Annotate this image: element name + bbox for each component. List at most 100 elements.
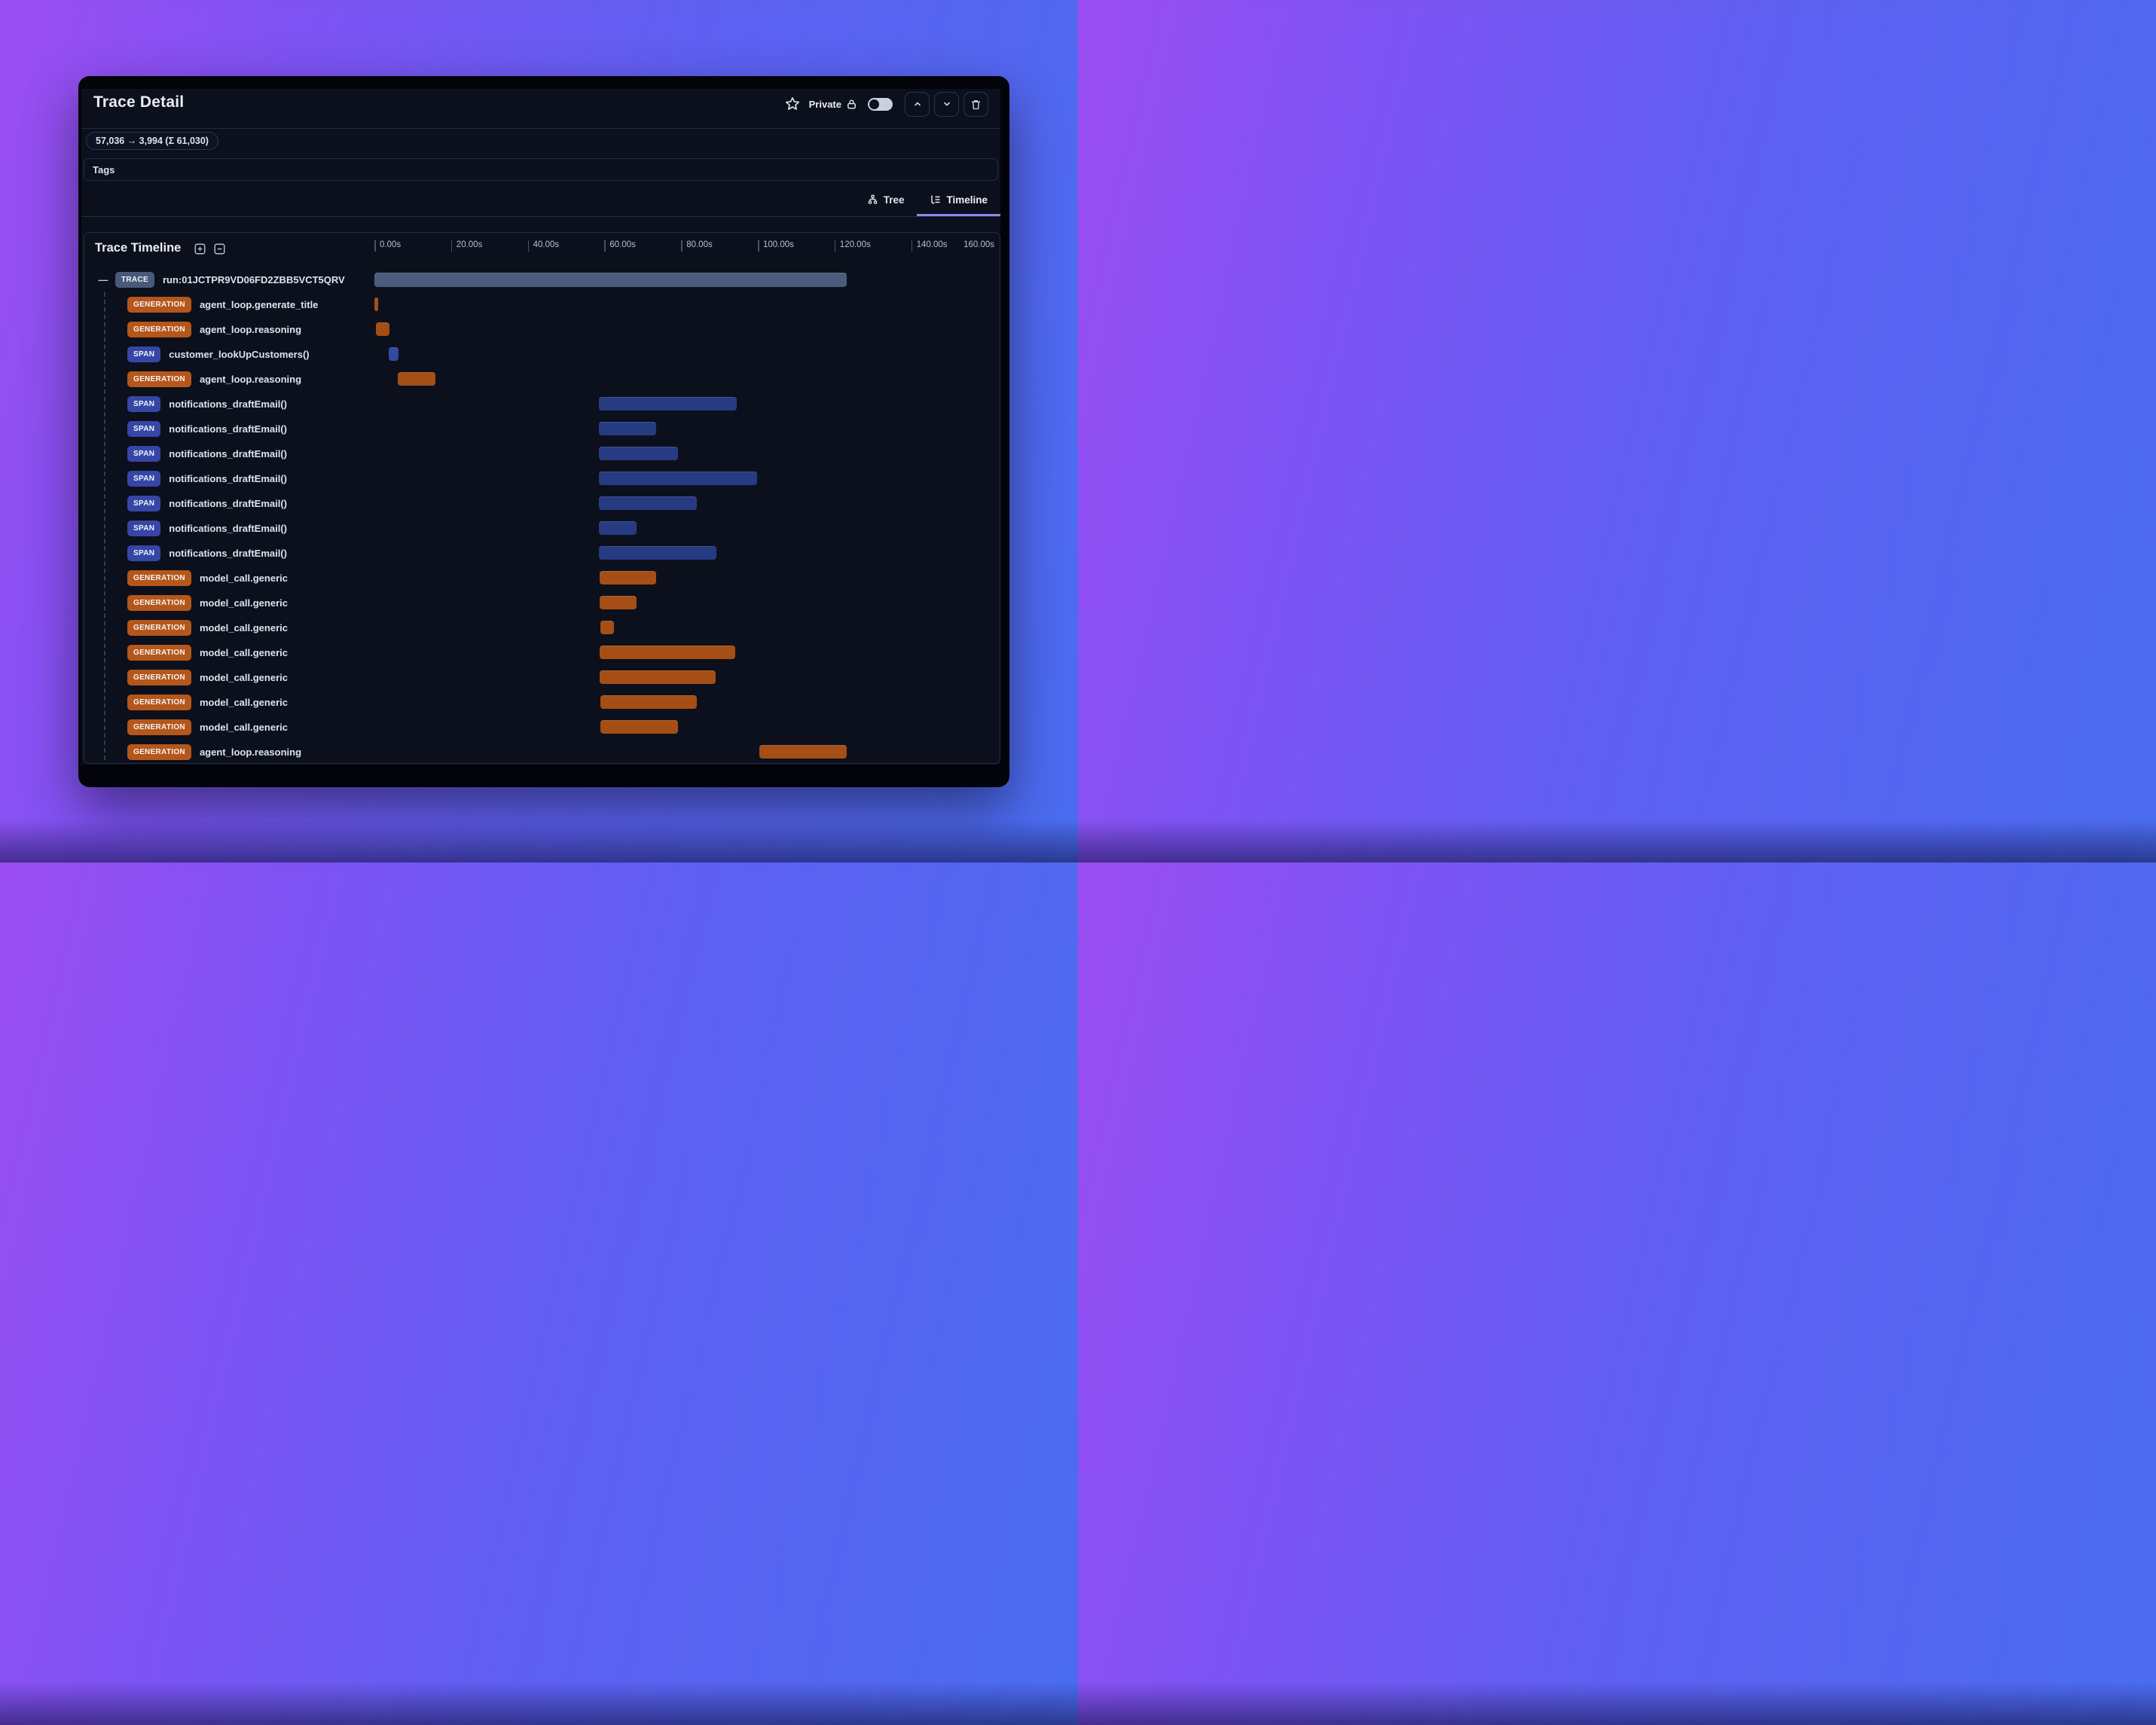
panel-content: Trace Detail Private 57,036 → 3,994 (Σ 6… (81, 89, 1000, 765)
axis-tick-line (374, 240, 376, 252)
type-badge: GENERATION (127, 694, 191, 710)
timeline-bar[interactable] (374, 272, 847, 287)
timeline-row-generation[interactable]: — GENERATION agent_loop.generate_title (84, 292, 1000, 317)
timeline-bar[interactable] (375, 322, 389, 336)
observation-name: model_call.generic (199, 671, 288, 683)
timeline-row-generation[interactable]: — GENERATION model_call.generic (84, 665, 1000, 690)
tab-timeline-label: Timeline (946, 194, 988, 206)
observation-name: agent_loop.reasoning (199, 746, 302, 758)
type-badge: SPAN (127, 495, 161, 511)
axis-tick-line (450, 240, 453, 252)
observation-name: notifications_draftEmail() (169, 497, 287, 509)
timeline-bar[interactable] (600, 720, 678, 734)
axis-tick-line (527, 240, 530, 252)
timeline-row-generation[interactable]: — GENERATION agent_loop.reasoning (84, 367, 1000, 392)
header-divider (81, 128, 1000, 129)
timeline-row-span[interactable]: — SPAN notifications_draftEmail() (84, 392, 1000, 417)
observation-name: model_call.generic (199, 721, 288, 733)
timeline-bar[interactable] (599, 521, 637, 535)
axis-tick-line (681, 240, 683, 252)
token-usage-badge: 57,036 → 3,994 (Σ 61,030) (86, 132, 218, 150)
timeline-bar[interactable] (600, 621, 615, 634)
type-badge: SPAN (127, 346, 161, 362)
timeline-bar[interactable] (599, 472, 757, 485)
timeline-bar[interactable] (759, 745, 847, 759)
expand-all-button[interactable] (194, 243, 206, 255)
collapse-toggle[interactable]: — (97, 274, 109, 285)
observation-name: notifications_draftEmail() (169, 472, 287, 484)
timeline-row-span[interactable]: — SPAN notifications_draftEmail() (84, 466, 1000, 491)
observation-name: notifications_draftEmail() (169, 447, 287, 459)
type-badge: SPAN (127, 520, 161, 536)
axis-tick-line (911, 240, 913, 252)
timeline-row-span[interactable]: — SPAN customer_lookUpCustomers() (84, 342, 1000, 367)
axis-tick-label: 40.00s (533, 240, 560, 249)
timeline-row-generation[interactable]: — GENERATION agent_loop.reasoning (84, 740, 1000, 765)
privacy-control: Private (809, 99, 857, 110)
timeline-bar[interactable] (600, 695, 698, 709)
timeline-row-generation[interactable]: — GENERATION model_call.generic (84, 690, 1000, 715)
timeline-bar[interactable] (374, 298, 378, 311)
timeline-icon (931, 194, 941, 203)
tags-input[interactable]: Tags (84, 158, 998, 181)
timeline-bar[interactable] (600, 571, 657, 585)
trash-icon (971, 99, 981, 109)
lock-icon (847, 99, 856, 108)
observation-name: notifications_draftEmail() (169, 423, 287, 435)
timeline-bar[interactable] (600, 646, 736, 659)
timeline-bar[interactable] (599, 496, 697, 510)
observation-name: customer_lookUpCustomers() (169, 348, 310, 360)
delete-button[interactable] (963, 91, 988, 117)
timeline-bar[interactable] (398, 372, 435, 386)
observation-name: notifications_draftEmail() (169, 398, 287, 410)
type-badge: GENERATION (127, 594, 191, 611)
timeline-title: Trace Timeline (95, 241, 182, 255)
axis-tick-label: 20.00s (456, 240, 483, 249)
type-badge: GENERATION (127, 569, 191, 586)
type-badge: GENERATION (127, 619, 191, 636)
timeline-row-generation[interactable]: — GENERATION model_call.generic (84, 640, 1000, 665)
tab-timeline[interactable]: Timeline (917, 185, 1000, 216)
axis-tick-label: 140.00s (916, 240, 948, 249)
observation-name: agent_loop.reasoning (199, 373, 302, 385)
timeline-row-trace[interactable]: — TRACE run:01JCTPR9VD06FD2ZBB5VCT5QRV (84, 267, 1000, 292)
timeline-bar[interactable] (600, 670, 716, 684)
timeline-row-span[interactable]: — SPAN notifications_draftEmail() (84, 516, 1000, 541)
type-badge: GENERATION (127, 669, 191, 685)
type-badge: GENERATION (127, 371, 191, 387)
axis-tick-line (758, 240, 759, 252)
timeline-row-generation[interactable]: — GENERATION agent_loop.reasoning (84, 317, 1000, 342)
timeline-row-generation[interactable]: — GENERATION model_call.generic (84, 615, 1000, 640)
observation-name: notifications_draftEmail() (169, 522, 287, 534)
timeline-row-generation[interactable]: — GENERATION model_call.generic (84, 715, 1000, 740)
timeline-bar[interactable] (388, 347, 399, 361)
type-badge: GENERATION (127, 743, 191, 760)
timeline-bar[interactable] (599, 546, 717, 560)
timeline-row-generation[interactable]: — GENERATION model_call.generic (84, 566, 1000, 591)
collapse-all-button[interactable] (214, 243, 225, 255)
timeline-row-span[interactable]: — SPAN notifications_draftEmail() (84, 491, 1000, 516)
prev-button[interactable] (905, 91, 930, 117)
type-badge: GENERATION (127, 644, 191, 661)
timeline-bar[interactable] (600, 596, 637, 609)
privacy-toggle[interactable] (868, 97, 893, 111)
privacy-label: Private (808, 98, 841, 110)
type-badge: TRACE (115, 271, 154, 288)
timeline-bar[interactable] (599, 397, 737, 411)
timeline-row-span[interactable]: — SPAN notifications_draftEmail() (84, 441, 1000, 466)
type-badge: GENERATION (127, 321, 191, 337)
trace-detail-panel: Trace Detail Private 57,036 → 3,994 (Σ 6… (78, 76, 1009, 787)
tab-tree[interactable]: Tree (854, 185, 918, 216)
observation-name: model_call.generic (199, 621, 288, 634)
timeline-row-span[interactable]: — SPAN notifications_draftEmail() (84, 417, 1000, 441)
next-button[interactable] (934, 91, 959, 117)
type-badge: SPAN (127, 545, 161, 561)
axis-tick-label: 100.00s (763, 240, 794, 249)
type-badge: SPAN (127, 420, 161, 437)
timeline-row-generation[interactable]: — GENERATION model_call.generic (84, 591, 1000, 615)
timeline-bar[interactable] (599, 422, 657, 435)
timeline-row-span[interactable]: — SPAN notifications_draftEmail() (84, 541, 1000, 566)
star-icon[interactable] (785, 96, 800, 111)
view-tabstrip: Tree Timeline (81, 185, 1000, 217)
timeline-bar[interactable] (599, 447, 678, 460)
